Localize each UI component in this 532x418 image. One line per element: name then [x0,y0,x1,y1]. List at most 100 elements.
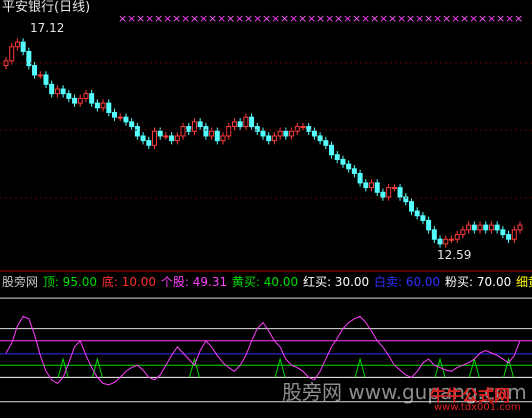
top-marker: × [118,12,127,25]
candle-body [14,41,20,48]
top-marker: × [379,12,388,25]
top-marker: × [397,12,406,25]
top-marker: × [433,12,442,25]
top-marker: × [442,12,451,25]
top-marker: × [343,12,352,25]
top-marker: × [361,12,370,25]
candle-body [329,144,335,156]
candle-body [391,187,397,190]
low-price-label: 12.59 [437,248,472,262]
top-marker: × [145,12,154,25]
candle-body [323,140,329,146]
candlestick-series [3,38,523,248]
candle-body [488,224,494,231]
top-marker: × [424,12,433,25]
candle-body [169,135,175,142]
candle-body [260,130,266,137]
candle-body [231,121,237,128]
candle-body [300,126,306,129]
top-marker: × [271,12,280,25]
indicator-label: 股旁网 [2,275,42,289]
top-marker: × [451,12,460,25]
candle-body [471,224,477,231]
candle-body [351,168,357,175]
candle-body [243,116,249,128]
candle-body [317,135,323,142]
candle-body [226,126,232,137]
candle-body [289,130,295,137]
top-marker: × [316,12,325,25]
top-marker-row: × × × × × × × × × × × × × × × × × × × × × × × × × × × × × × × × × × × × × × × ×… [118,12,523,25]
indicator-label: 白卖: 60.00 [373,275,445,289]
candle-body [66,93,72,99]
candle-body [414,210,420,217]
top-marker: × [325,12,334,25]
candle-body [277,130,283,137]
candle-body [254,126,260,132]
candle-body [54,88,60,95]
chart-title: 平安银行(日线) [2,0,91,15]
candle-body [408,201,414,212]
top-marker: × [298,12,307,25]
top-marker: × [235,12,244,25]
candle-body [431,229,437,240]
candle-body [20,41,26,52]
candle-body [43,74,49,85]
candle-body [77,97,83,104]
candle-body [494,224,500,231]
candle-body [140,135,146,142]
candle-body [83,93,89,99]
candle-body [197,121,203,128]
indicator-signals [57,357,515,378]
candle-body [517,224,523,231]
candle-body [357,173,363,184]
top-marker: × [280,12,289,25]
indicator-label: 细黄 [516,275,532,289]
candle-body [180,126,186,137]
candle-body [443,238,449,245]
candle-body [386,187,392,198]
candle-body [294,126,300,132]
top-marker: × [181,12,190,25]
candle-body [506,234,512,240]
indicator-label: 红买: 30.00 [302,275,373,289]
candle-body [174,135,180,142]
candle-body [363,182,369,189]
candle-body [151,130,157,146]
top-marker: × [253,12,262,25]
candle-body [454,234,460,240]
candle-body [60,88,66,95]
top-marker: × [334,12,343,25]
indicator-label: 粉买: 70.00 [445,275,516,289]
candle-body [32,65,38,76]
top-marker: × [127,12,136,25]
indicator-label: 黄买: 40.00 [231,275,302,289]
top-marker: × [190,12,199,25]
candle-body [117,116,123,119]
candle-body [466,224,472,231]
candle-body [340,158,346,165]
candle-body [477,224,483,231]
candle-body [426,219,432,231]
indicator-label: 底: 10.00 [101,275,160,289]
candle-body [186,126,192,132]
indicator-label: 个股: 49.31 [160,275,231,289]
top-marker: × [469,12,478,25]
signal-spike [503,357,515,378]
top-marker: × [406,12,415,25]
top-marker: × [370,12,379,25]
top-marker: × [244,12,253,25]
candle-body [157,130,163,137]
candle-body [100,102,106,109]
signal-spike [354,357,366,378]
candle-body [94,102,100,109]
top-marker: × [172,12,181,25]
candle-body [437,238,443,245]
candle-body [460,229,466,236]
candle-body [334,154,340,160]
top-marker: × [217,12,226,25]
high-price-label: 17.12 [30,21,65,35]
candle-body [72,97,78,104]
candle-body [283,130,289,137]
candle-body [448,238,454,241]
